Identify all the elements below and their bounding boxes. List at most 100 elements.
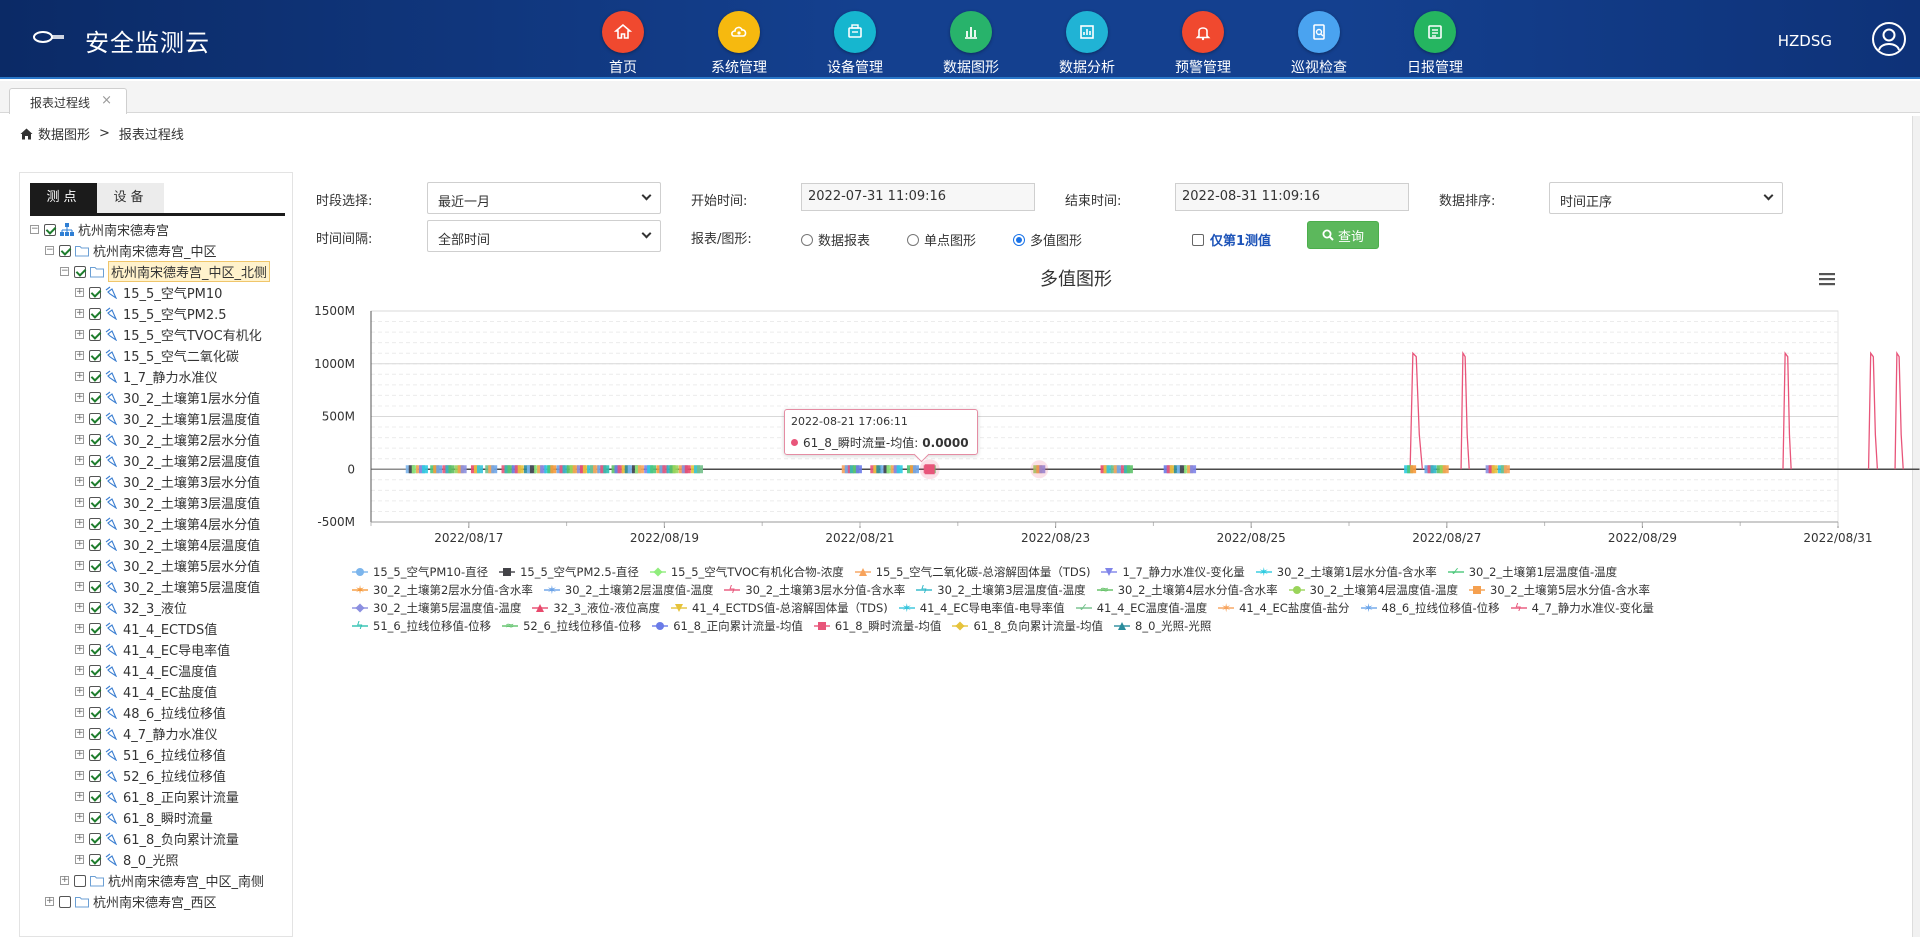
tree-checkbox[interactable] [89,664,101,677]
legend-row: 30_2_土壤第5层温度值-温度 32_3_液位-液位高度 41_4_ECTDS值-… [352,599,1832,617]
legend-item[interactable]: ✶ 41_4_EC导电率值-电导率值 [898,600,1065,616]
expand-icon[interactable]: + [45,897,54,906]
data-point-marker [855,465,862,474]
tree-checkbox[interactable] [89,580,101,593]
legend-item[interactable]: 15_5_空气TVOC有机化合物-浓度 [649,564,844,580]
expand-icon[interactable]: + [75,834,84,843]
data-point-marker [1491,465,1498,474]
legend-item[interactable]: ✓ 30_2_土壤第1层温度值-温度 [1447,564,1617,580]
legend-item[interactable]: ✶ 30_2_土壤第2层温度值-温度 [543,582,713,598]
expand-icon[interactable]: + [75,603,84,612]
tree-checkbox[interactable] [89,685,101,698]
sensor-icon [105,811,118,824]
legend-item[interactable]: 30_2_土壤第5层温度值-温度 [352,600,521,616]
legend-item[interactable]: 30_2_土壤第4层温度值-温度 [1288,582,1458,598]
tree-node[interactable]: +41_4_EC导电率值 [30,639,288,660]
legend-item[interactable]: 1_7_静力水准仪-变化量 [1101,564,1245,580]
tree-checkbox[interactable] [89,601,101,614]
legend-item[interactable]: ≈52_6_拉线位移值-位移 [502,618,641,634]
legend-label: 41_4_EC导电率值-电导率值 [919,601,1065,615]
tree-checkbox[interactable] [89,706,101,719]
expand-icon[interactable]: + [75,582,84,591]
tree-node[interactable]: +61_8_负向累计流量 [30,828,288,849]
tree-node[interactable]: +52_6_拉线位移值 [30,765,288,786]
tree-node[interactable]: +61_8_瞬时流量 [30,807,288,828]
sensor-icon [105,790,118,803]
tree-checkbox[interactable] [89,811,101,824]
legend-item[interactable]: ϟ 51_6_拉线位移值-位移 [352,618,491,634]
legend-item[interactable]: 15_5_空气PM2.5-直径 [499,564,639,580]
tree-node[interactable]: +48_6_拉线位移值 [30,702,288,723]
legend-item[interactable]: ϟ 4_7_静力水准仪-变化量 [1510,600,1654,616]
legend-item[interactable]: 15_5_空气PM10-直径 [352,564,488,580]
spike-series-line [1894,351,1904,470]
tree-checkbox[interactable] [89,622,101,635]
tree-checkbox[interactable] [89,769,101,782]
tree-checkbox[interactable] [89,727,101,740]
legend-item[interactable]: ✶ 30_2_土壤第1层水分值-含水率 [1255,564,1437,580]
expand-icon[interactable]: + [60,876,69,885]
tree-checkbox[interactable] [74,874,86,887]
legend-item[interactable]: 32_3_液位-液位高度 [532,600,660,616]
legend-label: 48_6_拉线位移值-位移 [1381,601,1500,615]
expand-icon[interactable]: + [75,666,84,675]
tree-node[interactable]: +51_6_拉线位移值 [30,744,288,765]
expand-icon[interactable]: + [75,813,84,822]
expand-icon[interactable]: + [75,729,84,738]
tree-node[interactable]: + 杭州南宋德寿宫_中区_南侧 [30,870,288,891]
data-point-marker [550,465,557,474]
legend-item[interactable]: 61_8_负向累计流量-均值 [952,618,1103,634]
expand-icon[interactable]: + [75,792,84,801]
tree-checkbox[interactable] [59,895,71,908]
expand-icon[interactable]: + [75,855,84,864]
tree-node[interactable]: + 杭州南宋德寿宫_西区 [30,891,288,912]
tree-checkbox[interactable] [89,853,101,866]
legend-label: 15_5_空气PM10-直径 [373,565,489,579]
tree-checkbox[interactable] [89,790,101,803]
legend-item[interactable]: 61_8_正向累计流量-均值 [652,618,803,634]
legend-marker-icon: ϟ [916,584,933,595]
legend-label: 30_2_土壤第5层水分值-含水率 [1490,583,1650,597]
tree-node[interactable]: +8_0_光照 [30,849,288,870]
tree-checkbox[interactable] [89,748,101,761]
tree-node[interactable]: +41_4_EC温度值 [30,660,288,681]
tree-node-label: 51_6_拉线位移值 [123,749,226,764]
legend-item[interactable]: 61_8_瞬时流量-均值 [813,618,941,634]
legend-item[interactable]: 8_0_光照-光照 [1114,618,1211,634]
legend-item[interactable]: 15_5_空气二氧化碳-总溶解固体量（TDS) [854,564,1090,580]
y-tick-label: 1000M [314,357,355,371]
legend-item[interactable]: ✓ 41_4_EC温度值-温度 [1075,600,1207,616]
legend-item[interactable]: 30_2_土壤第5层水分值-含水率 [1469,582,1650,598]
sensor-icon [105,832,118,845]
y-tick-label: 1500M [314,304,355,318]
tree-node[interactable]: +32_3_液位 [30,597,288,618]
tree-node[interactable]: +41_4_EC盐度值 [30,681,288,702]
expand-icon[interactable]: + [75,708,84,717]
expand-icon[interactable]: + [75,771,84,780]
tree-node[interactable]: +61_8_正向累计流量 [30,786,288,807]
legend-item[interactable]: ✶ 41_4_EC盐度值-盐分 [1218,600,1350,616]
tree-node[interactable]: +30_2_土壤第5层温度值 [30,576,288,597]
legend-marker-icon [532,603,549,613]
legend-marker-icon: ✓ [1075,602,1092,613]
sensor-icon [105,748,118,761]
legend-item[interactable]: ϟ 30_2_土壤第3层温度值-温度 [916,582,1086,598]
expand-icon[interactable]: + [75,687,84,696]
tree-node[interactable]: +41_4_ECTDS值 [30,618,288,639]
expand-icon[interactable]: + [75,561,84,570]
tree-checkbox[interactable] [89,832,101,845]
tree-node-label: 61_8_瞬时流量 [123,812,213,827]
expand-icon[interactable]: + [75,645,84,654]
tree-checkbox[interactable] [89,643,101,656]
legend-item[interactable]: 41_4_ECTDS值-总溶解固体量（TDS) [671,600,888,616]
tree-checkbox[interactable] [89,559,101,572]
legend-item[interactable]: ✶ 30_2_土壤第2层水分值-含水率 [352,582,533,598]
data-point-marker [650,465,657,474]
hovered-point-marker[interactable] [924,464,935,475]
expand-icon[interactable]: + [75,750,84,759]
tree-node[interactable]: +4_7_静力水准仪 [30,723,288,744]
expand-icon[interactable]: + [75,624,84,633]
legend-item[interactable]: ≈30_2_土壤第4层水分值-含水率 [1096,582,1278,598]
legend-item[interactable]: ✶ 48_6_拉线位移值-位移 [1360,600,1500,616]
legend-item[interactable]: ϟ 30_2_土壤第3层水分值-含水率 [724,582,905,598]
